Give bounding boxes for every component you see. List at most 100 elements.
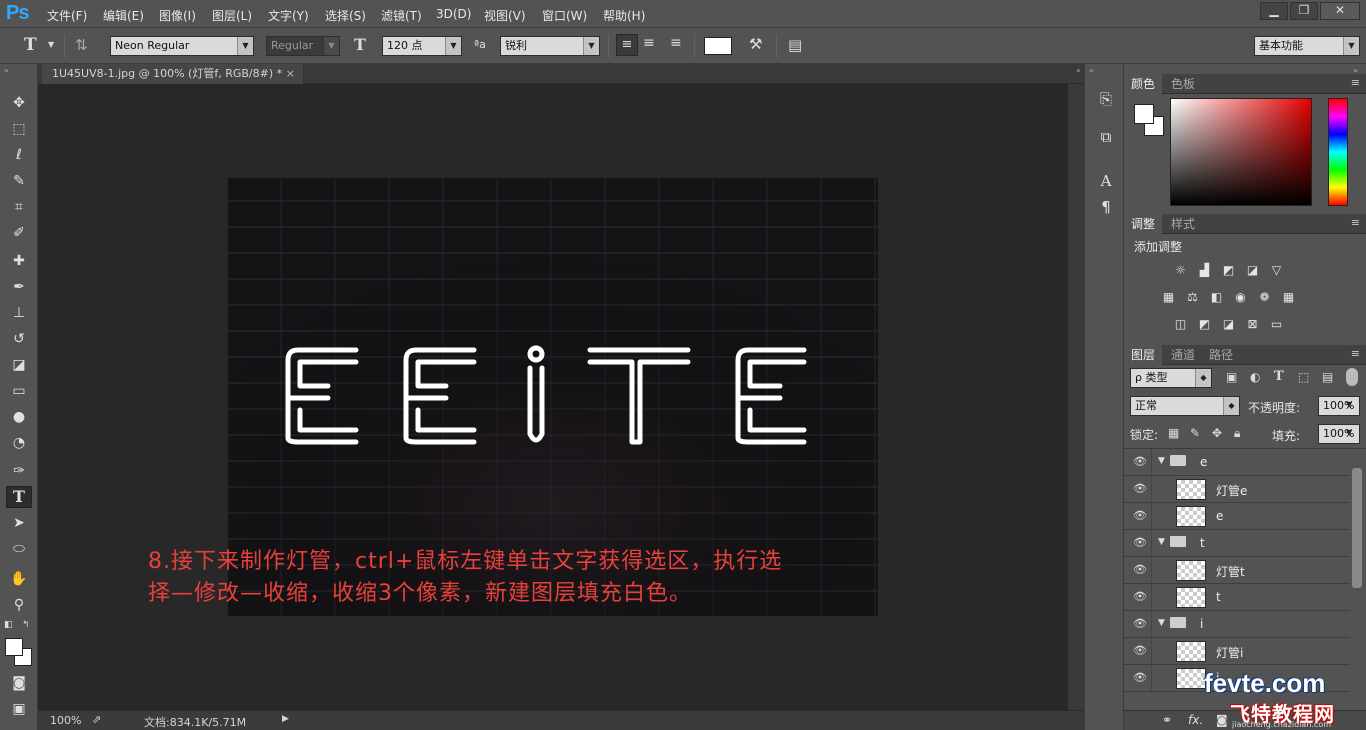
exposure-icon[interactable]: ◪: [1244, 263, 1261, 278]
threshold-icon[interactable]: ◪: [1220, 317, 1237, 332]
panel-menu-icon[interactable]: ≡: [1351, 347, 1360, 360]
expand-icon[interactable]: «: [1089, 66, 1094, 75]
font-style-select[interactable]: Regular ▼: [266, 36, 340, 56]
brightness-icon[interactable]: ☼: [1172, 263, 1189, 278]
font-family-select[interactable]: Neon Regular ▼: [110, 36, 254, 56]
filter-type-icon[interactable]: T: [1274, 369, 1284, 384]
menu-help[interactable]: 帮助(H): [603, 7, 645, 24]
tab-color[interactable]: 颜色: [1124, 74, 1163, 94]
tab-layers[interactable]: 图层: [1124, 345, 1163, 365]
healing-brush-tool-icon[interactable]: ✚: [6, 250, 32, 272]
layer-filter-select[interactable]: ρ 类型 ◆: [1130, 368, 1212, 388]
layer-row[interactable]: 👁︎ 灯管t: [1124, 557, 1350, 584]
filter-shape-icon[interactable]: ⬚: [1298, 370, 1309, 384]
3d-panel-icon[interactable]: ⧉: [1095, 126, 1117, 148]
eye-icon[interactable]: 👁︎: [1133, 590, 1147, 603]
paragraph-panel-icon[interactable]: ¶: [1095, 196, 1117, 218]
path-selection-tool-icon[interactable]: ➤: [6, 512, 32, 534]
chevron-down-icon[interactable]: ▼: [1346, 400, 1352, 409]
tab-swatches[interactable]: 色板: [1164, 74, 1202, 94]
chevron-down-icon[interactable]: ▼: [1346, 428, 1352, 437]
gradient-map-icon[interactable]: ▭: [1268, 317, 1285, 332]
minimize-button[interactable]: ▁: [1260, 2, 1288, 20]
font-size-select[interactable]: 120 点 ▼: [382, 36, 462, 56]
document-tab[interactable]: 1U45UV8-1.jpg @ 100% (灯管f, RGB/8#) * ×: [42, 64, 304, 84]
vibrance-icon[interactable]: ▽: [1268, 263, 1285, 278]
vertical-scrollbar[interactable]: [1068, 84, 1084, 710]
ellipse-tool-icon[interactable]: ⬭: [6, 538, 32, 560]
workspace-select[interactable]: 基本功能 ▼: [1254, 36, 1360, 56]
eye-icon[interactable]: 👁︎: [1133, 617, 1147, 630]
eye-icon[interactable]: 👁︎: [1133, 644, 1147, 657]
marquee-tool-icon[interactable]: ⬚: [6, 118, 32, 140]
blend-mode-select[interactable]: 正常 ◆: [1130, 396, 1240, 416]
blur-tool-icon[interactable]: ●: [6, 406, 32, 428]
pen-tool-icon[interactable]: ✑: [6, 460, 32, 482]
filter-toggle[interactable]: [1346, 368, 1358, 386]
dodge-tool-icon[interactable]: ◔: [6, 432, 32, 454]
color-balance-icon[interactable]: ⚖: [1184, 290, 1201, 305]
channel-mixer-icon[interactable]: ❁: [1256, 290, 1273, 305]
black-white-icon[interactable]: ◧: [1208, 290, 1225, 305]
align-center-icon[interactable]: ≡: [643, 35, 655, 51]
type-tool-preset-icon[interactable]: T: [24, 35, 37, 55]
menu-file[interactable]: 文件(F): [47, 7, 87, 24]
tab-adjustments[interactable]: 调整: [1124, 214, 1163, 234]
zoom-level[interactable]: 100%: [50, 714, 81, 727]
type-tool-icon[interactable]: T: [6, 486, 32, 508]
fill-input[interactable]: 100%: [1318, 424, 1360, 444]
gradient-tool-icon[interactable]: ▭: [6, 380, 32, 402]
quick-select-tool-icon[interactable]: ✎: [6, 170, 32, 192]
collapse-icon[interactable]: «: [1076, 66, 1081, 75]
eyedropper-tool-icon[interactable]: ✐: [6, 222, 32, 244]
posterize-icon[interactable]: ◩: [1196, 317, 1213, 332]
hue-saturation-icon[interactable]: ▦: [1160, 290, 1177, 305]
layer-row[interactable]: 👁︎ t: [1124, 584, 1350, 611]
layer-group-row[interactable]: 👁︎ ▼ e: [1124, 449, 1350, 476]
menu-image[interactable]: 图像(I): [159, 7, 196, 24]
lock-all-icon[interactable]: 🔒︎: [1234, 426, 1240, 441]
panel-menu-icon[interactable]: ≡: [1351, 216, 1360, 229]
menu-select[interactable]: 选择(S): [325, 7, 366, 24]
color-lookup-icon[interactable]: ▦: [1280, 290, 1297, 305]
foreground-color-swatch[interactable]: [5, 638, 23, 656]
antialias-select[interactable]: 锐利 ▼: [500, 36, 600, 56]
tab-styles[interactable]: 样式: [1164, 214, 1202, 234]
menu-3d[interactable]: 3D(D): [436, 7, 471, 21]
invert-icon[interactable]: ◫: [1172, 317, 1189, 332]
opacity-input[interactable]: 100%: [1318, 396, 1360, 416]
maximize-button[interactable]: ❐: [1290, 2, 1318, 20]
default-colors-icon[interactable]: ◧: [4, 620, 13, 630]
menu-type[interactable]: 文字(Y): [268, 7, 309, 24]
share-icon[interactable]: ⇗: [92, 713, 101, 726]
tab-channels[interactable]: 通道: [1164, 345, 1202, 365]
stamp-tool-icon[interactable]: ⊥: [6, 302, 32, 324]
layer-list-scrollbar[interactable]: [1352, 468, 1362, 588]
layer-row[interactable]: 👁︎ 灯管i: [1124, 638, 1350, 665]
layer-group-row[interactable]: 👁︎ ▼ i: [1124, 611, 1350, 638]
color-field[interactable]: [1170, 98, 1312, 206]
lasso-tool-icon[interactable]: ℓ: [6, 144, 32, 166]
quick-mask-icon[interactable]: ◙: [6, 672, 32, 694]
text-color-swatch[interactable]: [704, 37, 732, 55]
tab-paths[interactable]: 路径: [1202, 345, 1240, 365]
history-panel-icon[interactable]: ⎘: [1095, 88, 1117, 110]
photo-filter-icon[interactable]: ◉: [1232, 290, 1249, 305]
text-orientation-icon[interactable]: ⇅: [75, 36, 88, 54]
layer-group-row[interactable]: 👁︎ ▼ t: [1124, 530, 1350, 557]
align-left-icon[interactable]: ≡: [616, 34, 638, 56]
eye-icon[interactable]: 👁︎: [1133, 671, 1147, 684]
lock-transparent-icon[interactable]: ▦: [1168, 426, 1179, 440]
chevron-down-icon[interactable]: ▼: [1158, 537, 1165, 547]
hand-tool-icon[interactable]: ✋: [6, 568, 32, 590]
eye-icon[interactable]: 👁︎: [1133, 509, 1147, 522]
hue-slider[interactable]: [1328, 98, 1348, 206]
chevron-down-icon[interactable]: ▼: [48, 40, 54, 49]
eye-icon[interactable]: 👁︎: [1133, 482, 1147, 495]
chevron-down-icon[interactable]: ▼: [1158, 618, 1165, 628]
curves-icon[interactable]: ◩: [1220, 263, 1237, 278]
eye-icon[interactable]: 👁︎: [1133, 563, 1147, 576]
swap-colors-icon[interactable]: ↰: [22, 620, 30, 630]
layer-row[interactable]: 👁︎ 灯管e: [1124, 476, 1350, 503]
menu-layer[interactable]: 图层(L): [212, 7, 252, 24]
